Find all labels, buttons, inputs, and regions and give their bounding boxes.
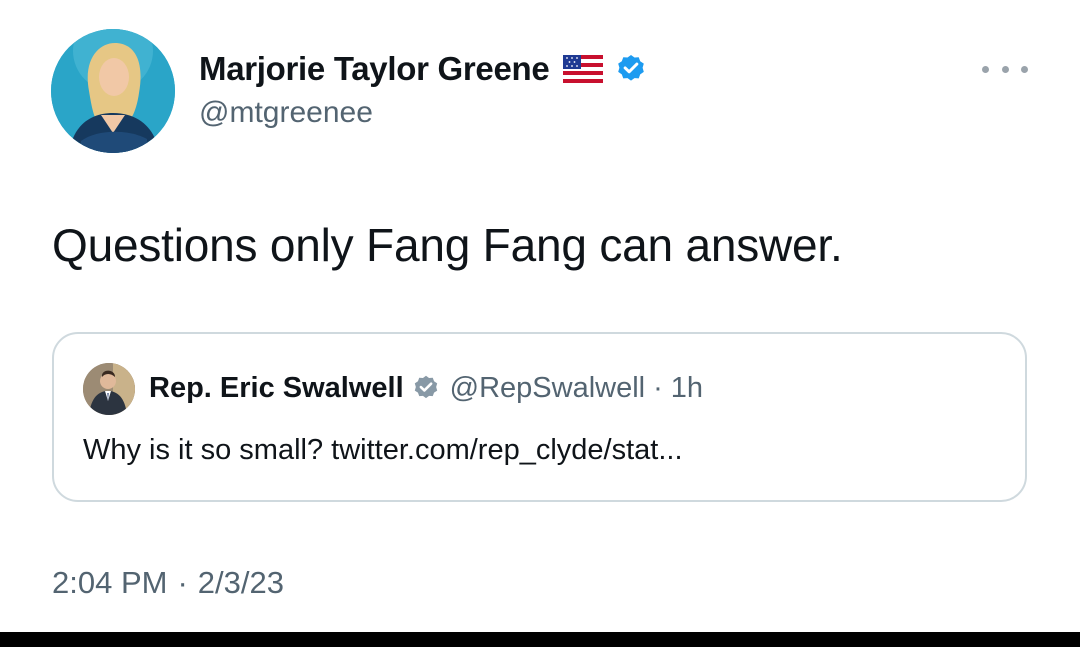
quote-author-name[interactable]: Rep. Eric Swalwell	[149, 372, 404, 405]
author-name-row: Marjorie Taylor Greene	[199, 48, 647, 90]
quote-header: Rep. Eric Swalwell @RepSwalwell · 1h	[149, 368, 703, 408]
author-avatar-image	[51, 29, 175, 153]
author-handle[interactable]: @mtgreenee	[199, 96, 373, 130]
quote-time[interactable]: 1h	[671, 372, 703, 405]
timestamp-date: 2/3/23	[197, 565, 284, 600]
quote-avatar-image	[83, 363, 135, 415]
more-dot	[1001, 65, 1009, 73]
quote-separator: ·	[653, 371, 663, 404]
tweet-card: Marjorie Taylor Greene @mtgreenee Questi…	[0, 0, 1080, 632]
quote-text: Why is it so small? twitter.com/rep_clyd…	[83, 434, 683, 466]
timestamp-separator: ·	[177, 565, 188, 600]
quoted-tweet-card[interactable]: Rep. Eric Swalwell @RepSwalwell · 1h Why…	[52, 332, 1027, 502]
quote-author-handle[interactable]: @RepSwalwell	[450, 372, 645, 405]
more-dot	[1021, 65, 1028, 73]
timestamp-time: 2:04 PM	[52, 565, 168, 600]
author-avatar[interactable]	[51, 29, 175, 153]
us-flag-icon	[563, 55, 604, 83]
bottom-bar	[0, 632, 1080, 647]
quote-author-avatar[interactable]	[83, 363, 135, 415]
tweet-text: Questions only Fang Fang can answer.	[52, 219, 843, 271]
verified-badge-icon[interactable]	[412, 374, 440, 402]
author-name[interactable]: Marjorie Taylor Greene	[199, 50, 550, 88]
more-dot	[982, 65, 989, 73]
more-options-icon[interactable]	[982, 58, 1028, 80]
tweet-timestamp[interactable]: 2:04 PM · 2/3/23	[52, 565, 284, 601]
verified-badge-icon[interactable]	[615, 53, 647, 85]
